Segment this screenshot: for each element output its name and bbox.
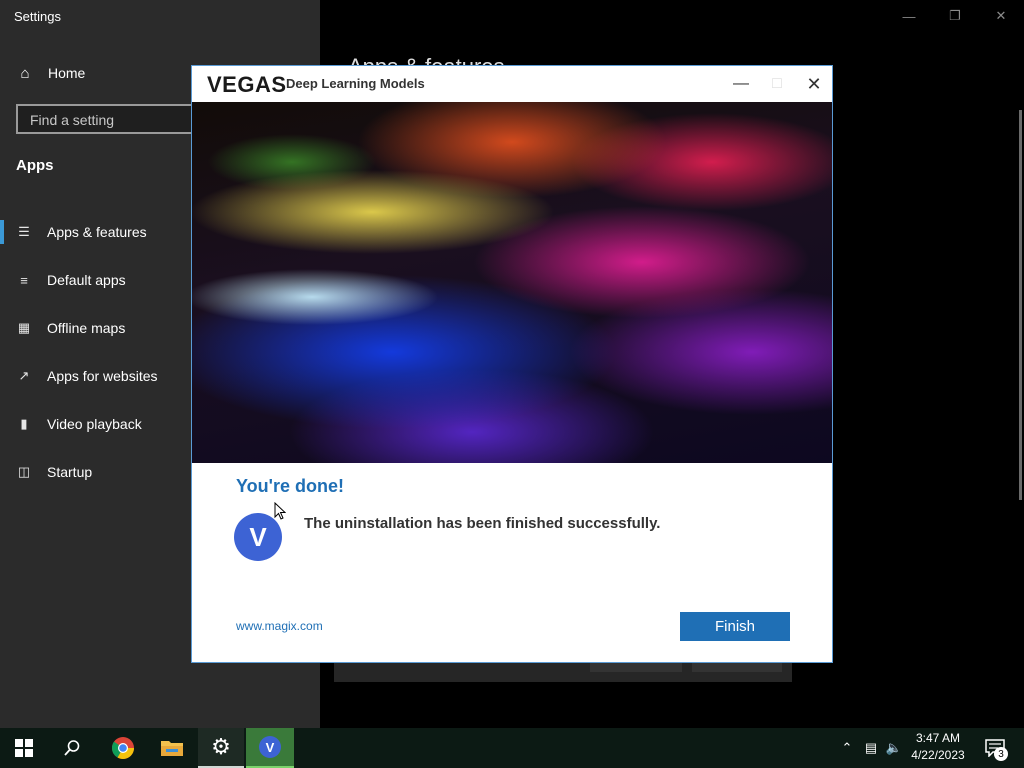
close-icon[interactable]: ✕ xyxy=(978,0,1024,32)
mouse-cursor-icon xyxy=(274,502,286,520)
close-icon: ✕ xyxy=(806,73,822,94)
clock-date: 4/22/2023 xyxy=(911,748,965,762)
section-title: Apps xyxy=(16,157,54,174)
minimize-icon[interactable]: — xyxy=(886,0,932,32)
home-icon: ⌂ xyxy=(20,64,30,82)
settings-window-controls: — ❐ ✕ xyxy=(886,0,1024,32)
sidebar-item-label: Startup xyxy=(47,464,93,480)
chrome-icon xyxy=(111,737,134,759)
sidebar-item-label: Default apps xyxy=(47,272,126,288)
taskbar-vegas[interactable]: V xyxy=(246,728,294,768)
vegas-app-icon: V xyxy=(234,513,282,561)
completion-message: The uninstallation has been finished suc… xyxy=(304,515,661,532)
restore-icon[interactable]: ❐ xyxy=(932,0,978,32)
vegas-logo: VEGAS xyxy=(207,72,287,97)
action-center-button[interactable]: 3 xyxy=(978,728,1012,768)
default-apps-icon: ≡ xyxy=(20,272,28,288)
gear-icon: ⚙ xyxy=(211,734,231,759)
maximize-icon: □ xyxy=(772,75,782,92)
scrollbar[interactable] xyxy=(1019,110,1022,500)
taskbar-settings[interactable]: ⚙ xyxy=(198,728,244,768)
sidebar-item-label: Apps for websites xyxy=(47,368,158,384)
video-icon: ▮ xyxy=(20,416,28,431)
settings-window-title: Settings xyxy=(14,9,61,24)
taskbar-file-explorer[interactable] xyxy=(148,728,196,768)
dialog-titlebar[interactable]: VEGAS Deep Learning Models — □ ✕ xyxy=(192,66,832,102)
sidebar-item-label: Apps & features xyxy=(47,224,147,240)
folder-icon xyxy=(161,741,183,756)
start-button[interactable] xyxy=(0,728,48,768)
taskbar-clock[interactable]: 3:47 AM 4/22/2023 xyxy=(906,730,970,764)
installer-dialog: VEGAS Deep Learning Models — □ ✕ You're … xyxy=(191,65,833,663)
map-icon: ▦ xyxy=(17,320,31,335)
open-external-icon: ↗ xyxy=(18,368,30,383)
minimize-button[interactable]: — xyxy=(726,72,756,96)
nav-home-label: Home xyxy=(48,65,86,81)
volume-button[interactable]: 🔈 xyxy=(884,728,904,768)
vegas-taskbar-icon: V xyxy=(259,736,281,758)
sidebar-item-label: Offline maps xyxy=(47,320,126,336)
taskbar-search-button[interactable] xyxy=(48,728,96,768)
sidebar-item-label: Video playback xyxy=(47,416,142,432)
search-icon xyxy=(64,740,80,756)
settings-search-box[interactable] xyxy=(16,104,216,134)
close-button[interactable]: ✕ xyxy=(799,72,829,96)
network-button[interactable]: ▤ xyxy=(860,728,882,768)
clock-time: 3:47 AM xyxy=(915,731,961,745)
finish-button[interactable]: Finish xyxy=(680,612,790,641)
dialog-title: Deep Learning Models xyxy=(286,76,425,91)
hero-image xyxy=(192,102,832,463)
list-icon: ☰ xyxy=(18,224,30,239)
maximize-button: □ xyxy=(762,72,792,96)
windows-logo-icon xyxy=(15,739,33,757)
taskbar-chrome[interactable] xyxy=(99,728,147,768)
done-heading: You're done! xyxy=(236,476,344,496)
show-hidden-icons-button[interactable]: ⌃ xyxy=(838,728,856,768)
minimize-icon: — xyxy=(733,75,749,92)
notification-count-badge: 3 xyxy=(994,747,1008,761)
magix-link[interactable]: www.magix.com xyxy=(236,619,323,633)
taskbar: ⚙ V ⌃ ▤ 🔈 3:47 AM 4/22/2023 3 xyxy=(0,728,1024,768)
chevron-up-icon: ⌃ xyxy=(841,740,853,755)
startup-icon: ◫ xyxy=(17,464,31,479)
network-icon: ▤ xyxy=(864,740,878,755)
search-input[interactable] xyxy=(28,110,202,130)
speaker-icon: 🔈 xyxy=(885,740,903,755)
